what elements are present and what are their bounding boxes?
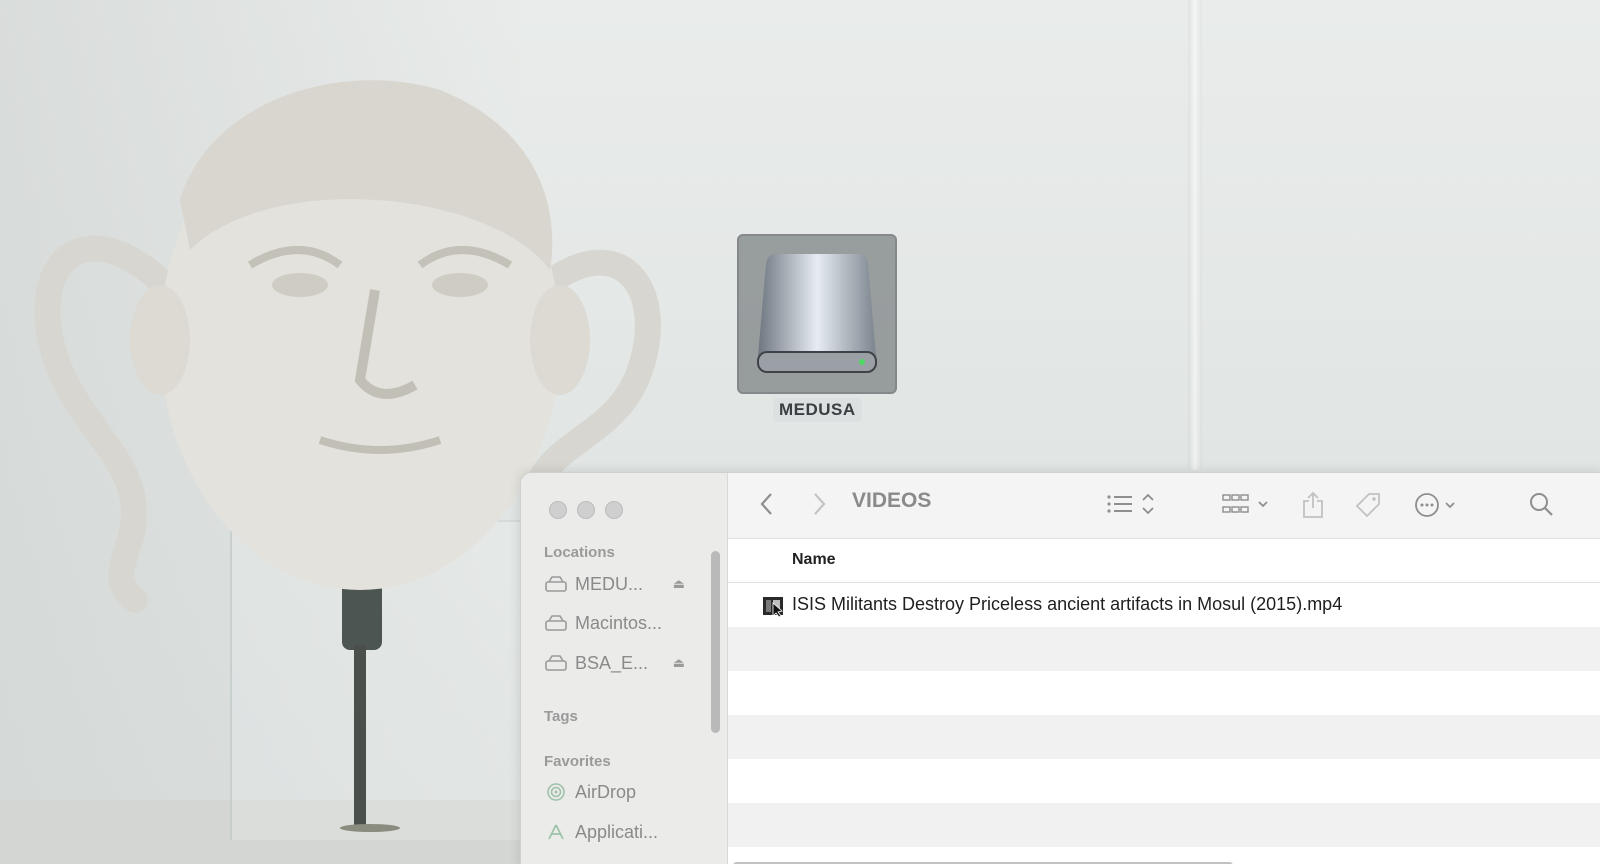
empty-row xyxy=(728,627,1600,671)
more-actions-button[interactable] xyxy=(1414,491,1460,519)
empty-row xyxy=(728,671,1600,715)
search-button[interactable] xyxy=(1528,491,1554,517)
sidebar-item-airdrop[interactable]: AirDrop xyxy=(545,779,685,805)
chevron-right-icon xyxy=(814,493,826,515)
locations-header: Locations xyxy=(544,544,615,561)
window-title: VIDEOS xyxy=(852,489,932,512)
sidebar-item-label: BSA_E... xyxy=(575,652,649,673)
finder-sidebar: Locations MEDU... ⏏ Macintos... BSA_E...… xyxy=(521,473,728,864)
sidebar-item-macintosh[interactable]: Macintos... xyxy=(545,610,685,636)
sidebar-item-label: Macintos... xyxy=(575,612,663,633)
applications-icon xyxy=(545,823,567,841)
share-icon xyxy=(1303,491,1323,518)
finder-toolbar: VIDEOS xyxy=(728,473,1600,539)
sidebar-item-applications[interactable]: Applicati... xyxy=(545,819,685,845)
sidebar-scrollbar[interactable] xyxy=(711,551,720,733)
sidebar-item-medusa[interactable]: MEDU... ⏏ xyxy=(545,571,685,597)
close-button[interactable] xyxy=(549,501,567,519)
drive-icon xyxy=(545,575,567,593)
zoom-button[interactable] xyxy=(605,501,623,519)
minimize-button[interactable] xyxy=(577,501,595,519)
airdrop-icon xyxy=(545,783,567,801)
external-drive-icon xyxy=(757,254,877,373)
tag-icon xyxy=(1355,493,1380,518)
drive-icon xyxy=(545,614,567,632)
tag-button[interactable] xyxy=(1354,491,1382,519)
share-button[interactable] xyxy=(1301,491,1325,519)
sidebar-item-label: MEDU... xyxy=(575,573,644,594)
file-row[interactable]: ISIS Militants Destroy Priceless ancient… xyxy=(728,583,1600,627)
eject-icon[interactable]: ⏏ xyxy=(673,576,685,592)
video-file-icon xyxy=(762,595,784,622)
drive-icon xyxy=(545,654,567,672)
column-header-name[interactable]: Name xyxy=(792,551,836,569)
wallpaper-seam xyxy=(1188,0,1202,470)
sidebar-item-label: AirDrop xyxy=(575,781,637,802)
sidebar-item-bsa[interactable]: BSA_E... ⏏ xyxy=(545,650,685,676)
sidebar-item-label: Applicati... xyxy=(575,821,659,842)
forward-button[interactable] xyxy=(810,491,828,517)
empty-row xyxy=(728,803,1600,847)
eject-icon[interactable]: ⏏ xyxy=(673,655,685,671)
list-view-icon xyxy=(1107,493,1154,515)
ellipsis-circle-icon xyxy=(1415,493,1455,517)
grid-icon xyxy=(1222,494,1268,513)
window-controls xyxy=(549,501,623,519)
back-button[interactable] xyxy=(758,491,776,517)
view-mode-button[interactable] xyxy=(1105,491,1161,517)
file-name: ISIS Militants Destroy Priceless ancient… xyxy=(792,594,1343,614)
desktop-drive-label[interactable]: MEDUSA xyxy=(773,398,862,422)
list-header: Name xyxy=(728,539,1600,583)
group-button[interactable] xyxy=(1221,491,1273,517)
finder-window: Locations MEDU... ⏏ Macintos... BSA_E...… xyxy=(520,472,1600,864)
stand-base xyxy=(340,824,400,832)
search-icon xyxy=(1530,493,1553,516)
empty-row xyxy=(728,715,1600,759)
tags-header[interactable]: Tags xyxy=(544,708,578,725)
favorites-header[interactable]: Favorites xyxy=(544,753,611,770)
chevron-left-icon xyxy=(760,493,772,515)
file-list: Name ISIS Militants Destroy Priceless an… xyxy=(728,539,1600,864)
empty-row xyxy=(728,759,1600,803)
desktop-drive-icon[interactable] xyxy=(737,234,897,394)
